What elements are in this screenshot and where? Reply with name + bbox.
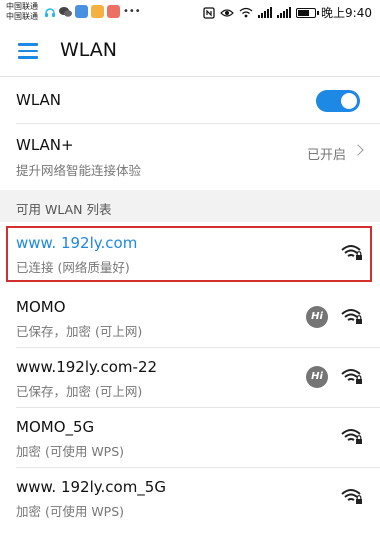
status-time: 晚上9:40 — [321, 6, 372, 20]
wifi-locked-icon — [341, 369, 362, 384]
nfc-icon — [203, 6, 215, 19]
network-name: www. 192ly.com_5G — [16, 478, 166, 496]
available-networks-header: 可用 WLAN 列表 — [0, 190, 380, 222]
wlan-plus-row[interactable]: WLAN+ 提升网络智能连接体验 已开启 — [0, 124, 380, 190]
network-row-3[interactable]: MOMO_5G 加密 (可使用 WPS) — [0, 408, 380, 468]
app-notification-icon-3 — [107, 5, 120, 18]
network-status: 已保存，加密 (可上网) — [16, 384, 143, 399]
status-bar: 中国联通 中国联通 ••• 晚上9:40 — [0, 0, 380, 27]
battery-icon — [296, 7, 320, 18]
page-title: WLAN — [60, 39, 118, 61]
network-name: MOMO_5G — [16, 418, 95, 436]
app-bar: WLAN — [0, 27, 380, 77]
wlan-plus-status: 已开启 — [306, 148, 346, 163]
carrier-2: 中国联通 — [6, 12, 38, 21]
chevron-right-icon — [352, 144, 364, 156]
connected-network-highlight — [6, 226, 372, 282]
notification-icons: ••• — [44, 5, 141, 18]
network-status: 已保存，加密 (可上网) — [16, 324, 143, 339]
wlan-toggle-row[interactable]: WLAN — [0, 78, 380, 124]
more-dots-icon: ••• — [123, 6, 141, 17]
wlan-plus-title: WLAN+ — [16, 136, 74, 154]
status-right: 晚上9:40 — [203, 4, 372, 21]
wlan-plus-subtitle: 提升网络智能连接体验 — [16, 163, 142, 178]
carrier-labels: 中国联通 中国联通 — [6, 2, 38, 22]
signal-icon — [258, 7, 273, 18]
wifi-locked-icon — [341, 489, 362, 504]
section-label: 可用 WLAN 列表 — [16, 202, 112, 217]
signal-icon-2 — [277, 7, 292, 18]
network-status: 加密 (可使用 WPS) — [16, 444, 125, 459]
wlan-toggle-label: WLAN — [16, 91, 62, 109]
hilink-badge-icon: Hi — [306, 306, 328, 328]
hilink-badge-icon: Hi — [306, 366, 328, 388]
menu-icon[interactable] — [18, 43, 38, 59]
wlan-settings-screen: 中国联通 中国联通 ••• 晚上9:40 WLAN WLAN WLAN+ 提升网… — [0, 0, 380, 540]
app-notification-icon-2 — [91, 5, 104, 18]
wlan-switch[interactable] — [316, 90, 360, 112]
network-name: www.192ly.com-22 — [16, 358, 158, 376]
eye-icon — [220, 8, 234, 17]
network-row-1[interactable]: MOMO 已保存，加密 (可上网) Hi — [0, 288, 380, 348]
wifi-status-icon — [239, 7, 253, 18]
carrier-1: 中国联通 — [6, 2, 38, 11]
network-row-4[interactable]: www. 192ly.com_5G 加密 (可使用 WPS) — [0, 468, 380, 528]
app-notification-icon-1 — [75, 5, 88, 18]
headset-icon — [45, 8, 55, 17]
wechat-icon — [59, 6, 72, 17]
wifi-locked-icon — [341, 309, 362, 324]
wifi-locked-icon — [341, 429, 362, 444]
network-status: 加密 (可使用 WPS) — [16, 504, 125, 519]
network-name: MOMO — [16, 298, 66, 316]
network-row-2[interactable]: www.192ly.com-22 已保存，加密 (可上网) Hi — [0, 348, 380, 408]
